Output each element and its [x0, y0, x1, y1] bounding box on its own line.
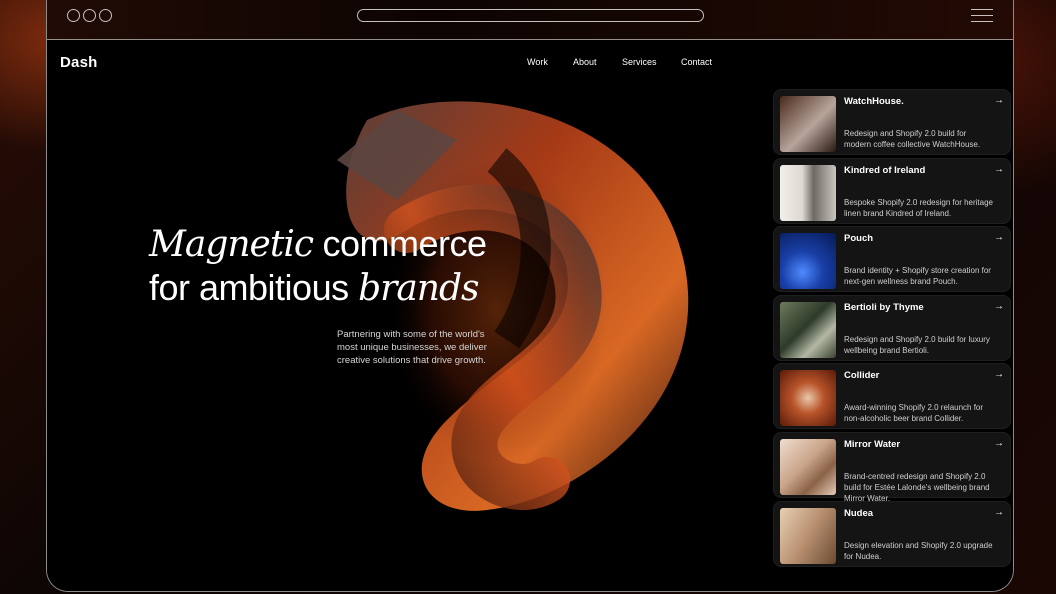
- hero-swirl-artwork: [337, 101, 689, 511]
- headline-line-2: for ambitious brands: [149, 266, 529, 310]
- project-card-mirror-water[interactable]: Mirror Water → Brand-centred redesign an…: [773, 431, 1011, 503]
- project-description: Bespoke Shopify 2.0 redesign for heritag…: [844, 197, 993, 218]
- project-description: Brand-centred redesign and Shopify 2.0 b…: [844, 471, 990, 503]
- window-control-close[interactable]: [67, 9, 80, 22]
- hero-headline: Magnetic commerce for ambitious brands: [149, 222, 529, 310]
- project-card-collider[interactable]: Collider → Award-winning Shopify 2.0 rel…: [773, 363, 1011, 430]
- arrow-right-icon: →: [994, 95, 1004, 106]
- headline-rest-1: commerce: [313, 223, 488, 264]
- browser-chrome: [47, 0, 1013, 40]
- website-canvas: Dash Work About Services Contact Magneti…: [47, 40, 1013, 591]
- project-card-pouch[interactable]: Pouch → Brand identity + Shopify store c…: [773, 226, 1011, 293]
- project-title: Kindred of Ireland: [844, 164, 926, 176]
- project-thumbnail: [780, 507, 836, 564]
- project-description: Redesign and Shopify 2.0 build for luxur…: [844, 334, 990, 355]
- arrow-right-icon: →: [994, 163, 1004, 175]
- project-title: WatchHouse.: [844, 96, 904, 107]
- site-logo[interactable]: Dash: [60, 54, 97, 71]
- project-thumbnail: [780, 301, 836, 358]
- address-bar[interactable]: [357, 9, 704, 22]
- nav-link-services[interactable]: Services: [622, 57, 681, 67]
- nav-link-about[interactable]: About: [573, 57, 622, 67]
- arrow-right-icon: →: [994, 232, 1004, 244]
- main-navigation: Work About Services Contact: [527, 57, 712, 67]
- project-title: Collider: [844, 370, 880, 382]
- hamburger-menu-icon[interactable]: [971, 9, 993, 23]
- hero-subcopy: Partnering with some of the world's most…: [337, 329, 487, 366]
- project-card-nudea[interactable]: Nudea → Design elevation and Shopify 2.0…: [773, 500, 1011, 567]
- headline-start-2: for ambitious: [149, 267, 359, 308]
- project-thumbnail: [780, 370, 836, 427]
- project-description: Design elevation and Shopify 2.0 upgrade…: [844, 540, 993, 561]
- arrow-right-icon: →: [994, 300, 1004, 312]
- project-card-watchhouse[interactable]: WatchHouse. → Redesign and Shopify 2.0 b…: [773, 89, 1011, 155]
- project-list: WatchHouse. → Redesign and Shopify 2.0 b…: [773, 89, 1011, 569]
- project-thumbnail: [780, 233, 836, 290]
- project-title: Nudea: [844, 507, 874, 519]
- nav-link-work[interactable]: Work: [527, 57, 573, 67]
- project-description: Award-winning Shopify 2.0 relaunch for n…: [844, 403, 984, 424]
- arrow-right-icon: →: [994, 369, 1004, 381]
- project-description: Redesign and Shopify 2.0 build for moder…: [844, 129, 981, 149]
- arrow-right-icon: →: [994, 437, 1004, 449]
- window-control-minimize[interactable]: [83, 9, 96, 22]
- project-thumbnail: [780, 96, 836, 152]
- project-title: Mirror Water: [844, 438, 901, 450]
- project-description: Brand identity + Shopify store creation …: [844, 266, 991, 287]
- window-controls: [67, 9, 112, 22]
- project-thumbnail: [780, 438, 836, 495]
- project-thumbnail: [780, 164, 836, 221]
- project-card-bertioli[interactable]: Bertioli by Thyme → Redesign and Shopify…: [773, 294, 1011, 361]
- project-title: Pouch: [844, 233, 874, 245]
- nav-link-contact[interactable]: Contact: [681, 57, 712, 67]
- project-card-kindred[interactable]: Kindred of Ireland → Bespoke Shopify 2.0…: [773, 157, 1011, 224]
- arrow-right-icon: →: [994, 506, 1004, 518]
- headline-italic-word-1: Magnetic: [149, 224, 314, 265]
- browser-frame: Dash Work About Services Contact Magneti…: [46, 0, 1014, 592]
- project-title: Bertioli by Thyme: [844, 301, 924, 313]
- window-control-maximize[interactable]: [99, 9, 112, 22]
- headline-italic-word-2: brands: [358, 268, 479, 309]
- headline-line-1: Magnetic commerce: [149, 222, 529, 266]
